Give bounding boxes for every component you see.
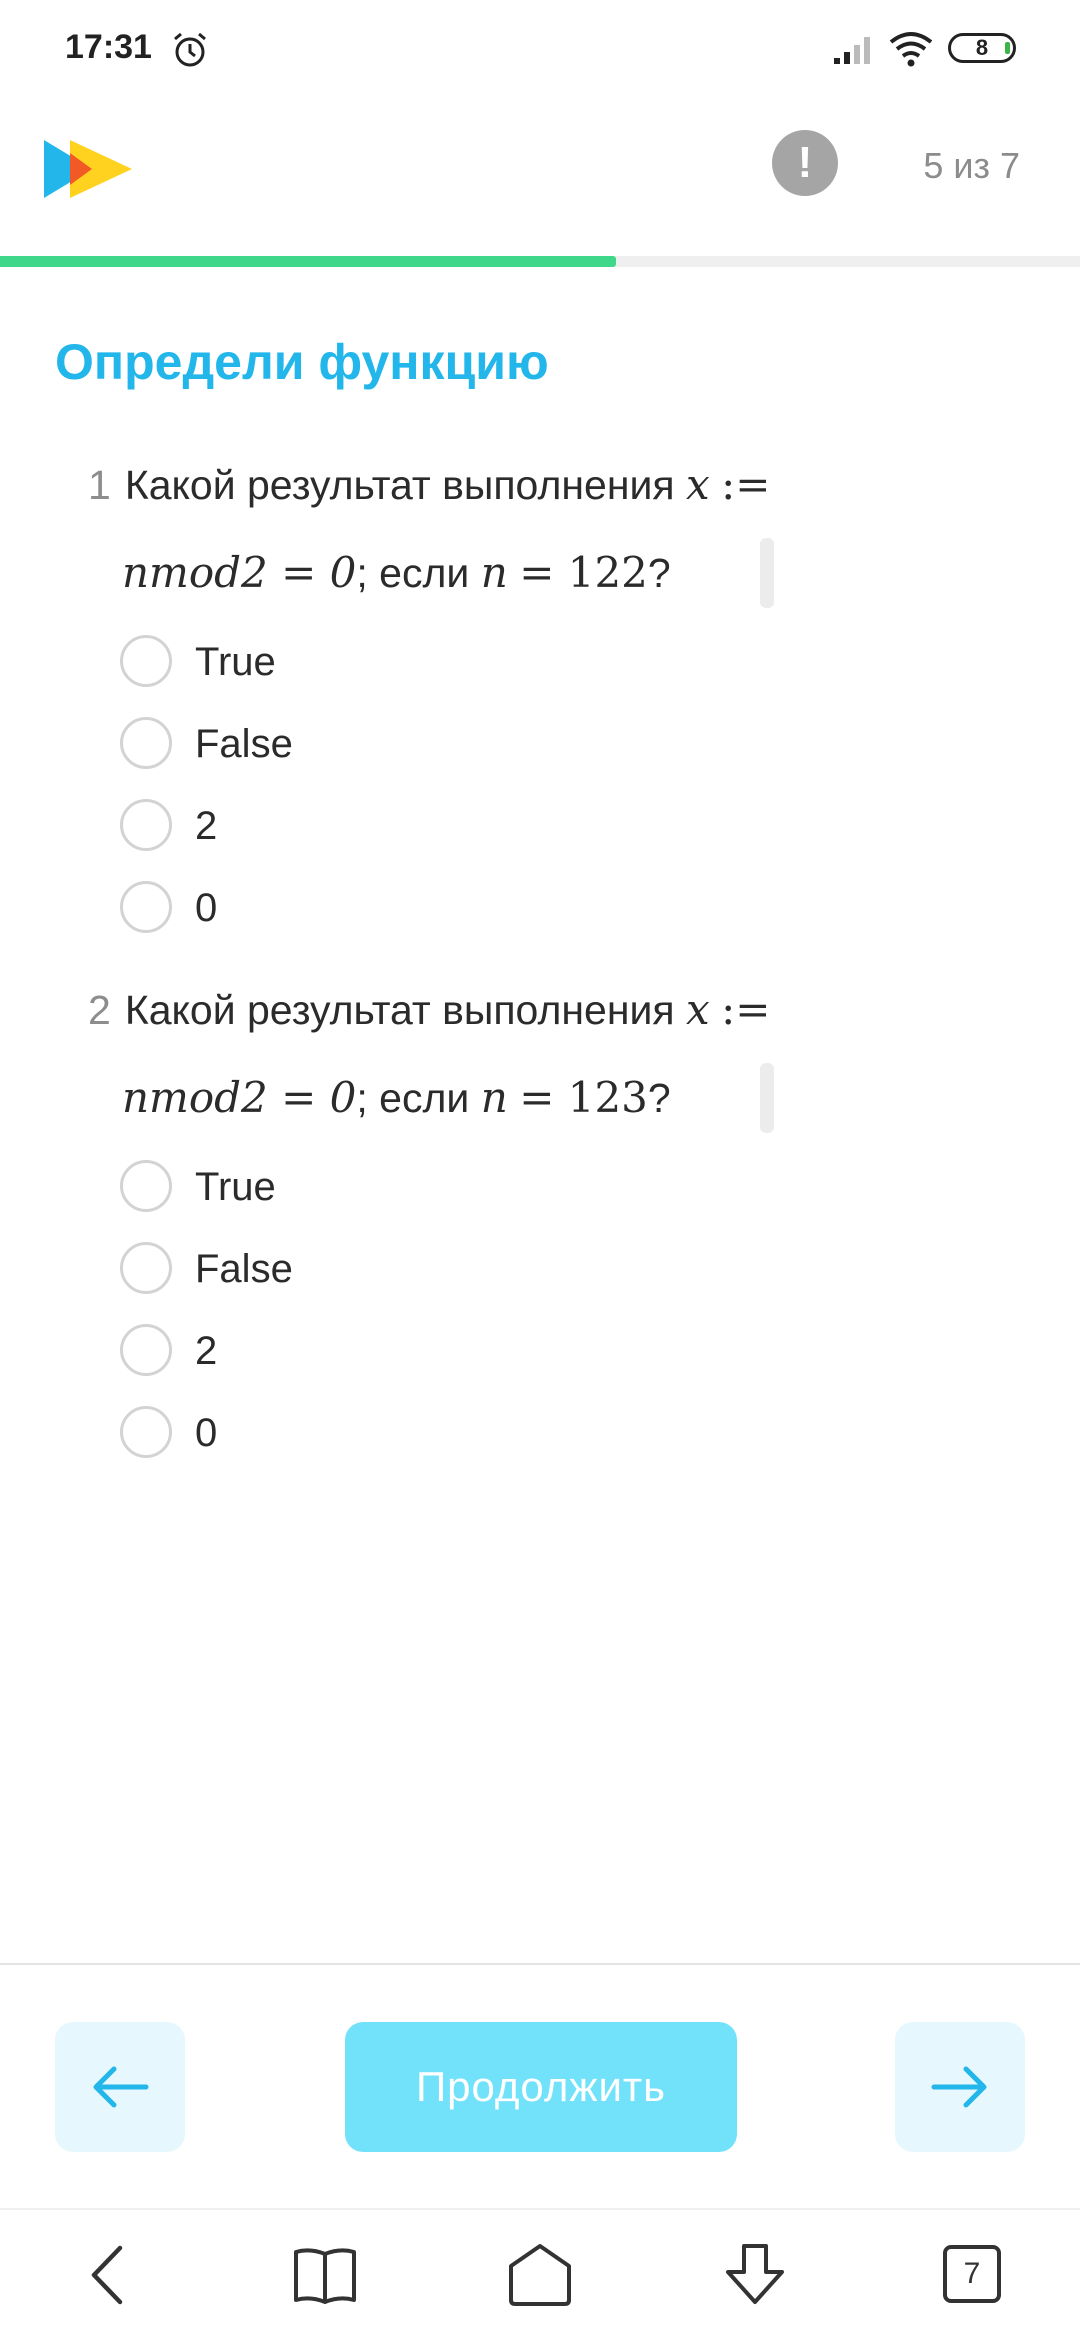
question-prefix: Какой результат выполнения xyxy=(124,987,675,1033)
status-bar: 17:31 8 xyxy=(0,0,1080,100)
answer-label: True xyxy=(195,1165,276,1209)
question-middle: ; если xyxy=(356,550,470,596)
arrow-left-icon xyxy=(93,2066,149,2108)
answer-option[interactable]: 2 xyxy=(120,794,620,854)
wifi-icon xyxy=(889,32,933,67)
report-alert-button[interactable]: ! xyxy=(772,130,838,196)
answer-label: False xyxy=(195,722,293,766)
answer-label: 2 xyxy=(195,804,218,848)
math-value: = 123 xyxy=(519,1073,648,1122)
play-logo-icon[interactable] xyxy=(40,136,135,202)
scroll-handle[interactable] xyxy=(760,538,774,608)
radio-button[interactable] xyxy=(120,717,172,769)
answer-label: False xyxy=(195,1247,293,1291)
question-middle: ; если xyxy=(356,1075,470,1121)
book-icon[interactable] xyxy=(290,2240,360,2310)
question-text-line2: nmod2 = 0; если n = 123? xyxy=(122,1073,671,1122)
battery-icon: 8 xyxy=(948,33,1016,63)
radio-button[interactable] xyxy=(120,635,172,687)
radio-button[interactable] xyxy=(120,1406,172,1458)
math-lhs: x xyxy=(685,460,710,509)
math-expression: nmod2 = 0 xyxy=(122,1073,357,1122)
math-expression: nmod2 = 0 xyxy=(122,548,357,597)
question-number: 1 xyxy=(88,462,111,508)
back-button[interactable] xyxy=(55,2022,185,2152)
radio-button[interactable] xyxy=(120,1160,172,1212)
question-text-line1: 1 Какой результат выполнения x := xyxy=(88,460,770,509)
page-title: Определи функцию xyxy=(55,334,549,390)
footer-divider xyxy=(0,1963,1080,1965)
back-chevron-icon[interactable] xyxy=(78,2240,138,2310)
app-header: ! 5 из 7 xyxy=(0,100,1080,255)
signal-icon xyxy=(834,37,870,64)
math-lhs: x xyxy=(685,985,710,1034)
answer-option[interactable]: True xyxy=(120,630,620,690)
answer-option[interactable]: False xyxy=(120,712,620,772)
question-suffix: ? xyxy=(647,550,671,596)
radio-button[interactable] xyxy=(120,1324,172,1376)
radio-button[interactable] xyxy=(120,881,172,933)
progress-fill xyxy=(0,256,616,267)
math-variable: n xyxy=(480,1073,508,1122)
arrow-right-icon xyxy=(931,2066,987,2108)
progress-counter: 5 из 7 xyxy=(923,145,1020,186)
math-value: = 122 xyxy=(519,548,648,597)
answer-label: True xyxy=(195,640,276,684)
tabs-icon[interactable]: 7 xyxy=(943,2245,1001,2303)
forward-button[interactable] xyxy=(895,2022,1025,2152)
answer-option[interactable]: 0 xyxy=(120,876,620,936)
radio-button[interactable] xyxy=(120,1242,172,1294)
home-icon[interactable] xyxy=(505,2240,575,2310)
question-number: 2 xyxy=(88,987,111,1033)
question-text-line2: nmod2 = 0; если n = 122? xyxy=(122,548,671,597)
answer-option[interactable]: 2 xyxy=(120,1319,620,1379)
answer-label: 0 xyxy=(195,886,218,930)
system-navigation-bar: 7 xyxy=(0,2208,1080,2340)
question-suffix: ? xyxy=(647,1075,671,1121)
progress-bar xyxy=(0,256,1080,267)
answer-label: 0 xyxy=(195,1411,218,1455)
radio-button[interactable] xyxy=(120,799,172,851)
battery-level: 8 xyxy=(975,35,989,60)
answer-option[interactable]: False xyxy=(120,1237,620,1297)
math-variable: n xyxy=(480,548,508,597)
answer-option[interactable]: True xyxy=(120,1155,620,1215)
math-assign: := xyxy=(721,985,771,1034)
math-assign: := xyxy=(721,460,771,509)
download-icon[interactable] xyxy=(720,2240,790,2310)
answer-label: 2 xyxy=(195,1329,218,1373)
question-text-line1: 2 Какой результат выполнения x := xyxy=(88,985,770,1034)
status-time: 17:31 xyxy=(65,28,152,66)
continue-button[interactable]: Продолжить xyxy=(345,2022,737,2152)
scroll-handle[interactable] xyxy=(760,1063,774,1133)
alarm-icon xyxy=(174,32,206,67)
question-prefix: Какой результат выполнения xyxy=(124,462,675,508)
answer-option[interactable]: 0 xyxy=(120,1401,620,1461)
